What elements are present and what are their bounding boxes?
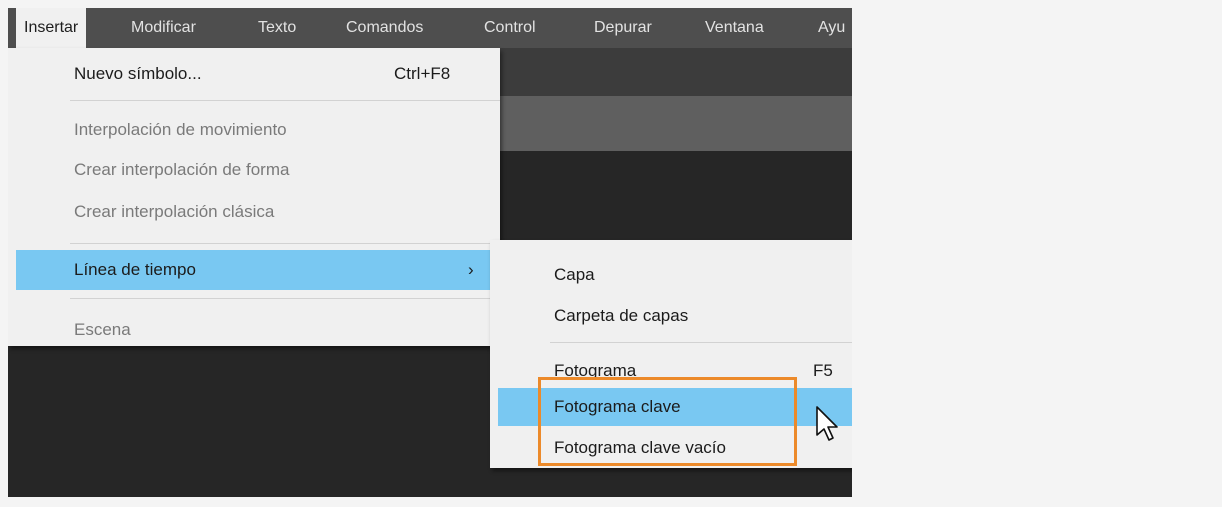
highlight-annotation-box — [538, 377, 797, 466]
menu-item-label: Crear interpolación clásica — [74, 202, 275, 221]
mouse-pointer-icon — [816, 406, 838, 441]
menu-item-classic-tween: Crear interpolación clásica — [8, 192, 500, 232]
menu-item-label: Capa — [554, 265, 595, 284]
menu-depurar[interactable]: Depurar — [594, 8, 652, 48]
menu-texto[interactable]: Texto — [258, 8, 296, 48]
menu-item-new-symbol[interactable]: Nuevo símbolo... Ctrl+F8 — [8, 54, 500, 94]
menu-item-label: Crear interpolación de forma — [74, 160, 290, 179]
menu-item-label: Línea de tiempo — [74, 260, 196, 279]
menu-separator — [70, 100, 500, 101]
menu-modificar[interactable]: Modificar — [131, 8, 196, 48]
menu-item-label: Carpeta de capas — [554, 306, 689, 325]
menu-item-layer-folder[interactable]: Carpeta de capas — [490, 296, 852, 336]
menu-separator — [70, 298, 500, 299]
menu-item-layer[interactable]: Capa — [490, 255, 852, 295]
menu-separator — [550, 342, 852, 343]
menu-item-timeline[interactable]: Línea de tiempo › — [16, 250, 492, 290]
menu-item-scene[interactable]: Escena — [8, 310, 500, 350]
shortcut-label: F5 — [813, 361, 833, 380]
menu-item-label: Escena — [74, 320, 131, 339]
shortcut-label: Ctrl+F8 — [394, 64, 451, 83]
menu-item-shape-tween: Crear interpolación de forma — [8, 150, 500, 190]
menu-ayuda[interactable]: Ayu — [818, 8, 845, 48]
menu-control[interactable]: Control — [484, 8, 536, 48]
menu-item-motion-tween: Interpolación de movimiento — [8, 110, 500, 150]
menu-comandos[interactable]: Comandos — [346, 8, 423, 48]
menu-item-label: Nuevo símbolo... — [74, 64, 202, 83]
menu-insertar[interactable]: Insertar — [16, 8, 87, 48]
application-window: Insertar Modificar Texto Comandos Contro… — [8, 8, 852, 497]
menu-item-label: Interpolación de movimiento — [74, 120, 287, 139]
menu-bar: Insertar Modificar Texto Comandos Contro… — [8, 8, 852, 48]
chevron-right-icon: › — [468, 260, 474, 279]
insert-menu: Nuevo símbolo... Ctrl+F8 Interpolación d… — [8, 48, 500, 346]
menu-ventana[interactable]: Ventana — [705, 8, 764, 48]
menu-separator — [70, 243, 500, 244]
